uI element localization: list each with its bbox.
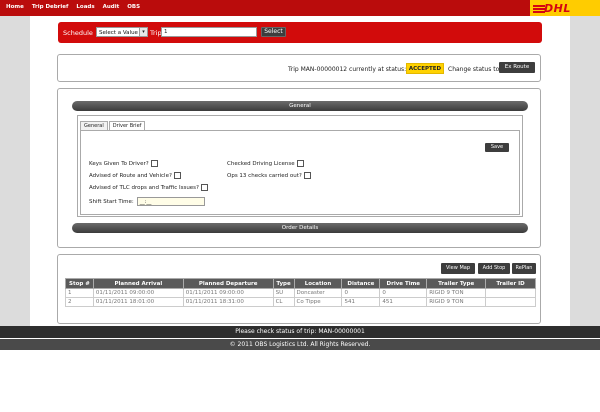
chevron-down-icon[interactable]: ▾ xyxy=(139,28,147,36)
right-gutter xyxy=(570,16,600,326)
col-type[interactable]: Type xyxy=(272,278,295,289)
copyright-bar: © 2011 OBS Logistics Ltd. All Rights Res… xyxy=(0,339,600,350)
col-trailer-type[interactable]: Trailer Type xyxy=(426,278,487,289)
status-panel: Trip MAN-00000012 currently at status: A… xyxy=(57,54,541,82)
tab-strip: General Driver Brief xyxy=(80,121,146,130)
tlc-question: Advised of TLC drops and Traffic Issues? xyxy=(89,184,208,191)
cell-planned-departure: 01/11/2011 18:31:00 xyxy=(182,297,274,307)
left-gutter xyxy=(0,16,30,326)
cell-trailer-type: RIGID 9 TON xyxy=(426,297,487,307)
nav-item-home[interactable]: Home xyxy=(6,4,24,10)
table-row[interactable]: 1 01/11/2011 09:00:00 01/11/2011 09:00:0… xyxy=(65,288,536,298)
col-distance[interactable]: Distance xyxy=(341,278,381,289)
route-question: Advised of Route and Vehicle? xyxy=(89,172,181,179)
tlc-checkbox[interactable] xyxy=(200,184,208,191)
cell-location: Doncaster xyxy=(293,288,343,298)
replan-button[interactable]: RePlan xyxy=(512,263,536,274)
cell-trailer-id xyxy=(485,297,536,307)
cell-type: SU xyxy=(272,288,295,298)
keys-checkbox[interactable] xyxy=(150,160,158,167)
top-nav-bar: Home Trip Debrief Loads Audit OBS DHL xyxy=(0,0,600,16)
route-label: Advised of Route and Vehicle? xyxy=(89,172,172,179)
schedule-select-value: Select a Value xyxy=(99,29,138,36)
col-planned-departure[interactable]: Planned Departure xyxy=(182,278,274,289)
cell-trailer-id xyxy=(485,288,536,298)
cell-planned-departure: 01/11/2011 09:00:00 xyxy=(182,288,274,298)
ex-route-button[interactable]: Ex Route xyxy=(499,62,535,73)
table-row[interactable]: 2 01/11/2011 18:01:00 01/11/2011 18:31:0… xyxy=(65,297,536,307)
schedule-label: Schedule xyxy=(63,29,93,37)
tab-container: General Driver Brief Save Keys Given To … xyxy=(77,115,523,217)
col-drive-time[interactable]: Drive Time xyxy=(379,278,428,289)
status-notice-bar: Please check status of trip: MAN-0000000… xyxy=(0,326,600,338)
cell-stop: 1 xyxy=(65,288,94,298)
save-button[interactable]: Save xyxy=(485,143,509,152)
cell-trailer-type: RIGID 9 TON xyxy=(426,288,487,298)
logo-text: DHL xyxy=(544,2,571,15)
stops-panel: View Map Add Stop RePlan Stop # Planned … xyxy=(57,254,541,324)
shift-start-input[interactable]: __:__ xyxy=(136,197,205,206)
select-button[interactable]: Select xyxy=(261,27,286,37)
cell-drive-time: 451 xyxy=(379,297,428,307)
general-panel: General General Driver Brief Save Keys G… xyxy=(57,88,541,248)
trip-input[interactable]: 1 xyxy=(161,27,257,37)
change-status-label: Change status to: xyxy=(448,66,502,73)
license-question: Checked Driving License xyxy=(227,160,304,167)
cell-distance: 541 xyxy=(341,297,381,307)
tab-driver-brief[interactable]: Driver Brief xyxy=(108,121,146,130)
trip-status-text: Trip MAN-00000012 currently at status: xyxy=(288,66,407,73)
ops-label: Ops 13 checks carried out? xyxy=(227,172,302,179)
col-location[interactable]: Location xyxy=(293,278,343,289)
cell-type: CL xyxy=(272,297,295,307)
general-section-header[interactable]: General xyxy=(72,101,528,111)
order-details-header[interactable]: Order Details xyxy=(72,223,528,233)
cell-planned-arrival: 01/11/2011 18:01:00 xyxy=(92,297,184,307)
dhl-logo: DHL xyxy=(530,0,600,16)
schedule-bar: Schedule Select a Value ▾ Trip 1 Select xyxy=(58,22,542,43)
cell-stop: 2 xyxy=(65,297,94,307)
driver-brief-pane: Save Keys Given To Driver? Advised of Ro… xyxy=(80,130,520,215)
nav-menu: Home Trip Debrief Loads Audit OBS xyxy=(6,4,140,10)
tlc-label: Advised of TLC drops and Traffic Issues? xyxy=(89,184,199,191)
ops-question: Ops 13 checks carried out? xyxy=(227,172,311,179)
keys-label: Keys Given To Driver? xyxy=(89,160,149,167)
shift-label: Shift Start Time: xyxy=(89,198,134,205)
stops-table: Stop # Planned Arrival Planned Departure… xyxy=(65,278,536,307)
main-content: Schedule Select a Value ▾ Trip 1 Select … xyxy=(30,16,570,326)
cell-distance: 0 xyxy=(341,288,381,298)
col-stop[interactable]: Stop # xyxy=(65,278,94,289)
shift-question: Shift Start Time: __:__ xyxy=(89,197,205,206)
col-planned-arrival[interactable]: Planned Arrival xyxy=(92,278,184,289)
cell-drive-time: 0 xyxy=(379,288,428,298)
table-header-row: Stop # Planned Arrival Planned Departure… xyxy=(65,278,536,289)
add-stop-button[interactable]: Add Stop xyxy=(478,263,510,274)
nav-item-trip-debrief[interactable]: Trip Debrief xyxy=(32,4,69,10)
trip-label: Trip xyxy=(150,29,162,37)
nav-item-loads[interactable]: Loads xyxy=(76,4,94,10)
license-checkbox[interactable] xyxy=(296,160,304,167)
nav-item-obs[interactable]: OBS xyxy=(127,4,140,10)
status-badge: ACCEPTED xyxy=(406,63,444,74)
nav-item-audit[interactable]: Audit xyxy=(103,4,120,10)
license-label: Checked Driving License xyxy=(227,160,295,167)
route-checkbox[interactable] xyxy=(173,172,181,179)
col-trailer-id[interactable]: Trailer ID xyxy=(485,278,536,289)
ops-checkbox[interactable] xyxy=(303,172,311,179)
keys-question: Keys Given To Driver? xyxy=(89,160,158,167)
cell-location: Co Tippe xyxy=(293,297,343,307)
view-map-button[interactable]: View Map xyxy=(441,263,475,274)
tab-general[interactable]: General xyxy=(80,121,108,130)
cell-planned-arrival: 01/11/2011 09:00:00 xyxy=(92,288,184,298)
schedule-select[interactable]: Select a Value ▾ xyxy=(96,27,148,37)
